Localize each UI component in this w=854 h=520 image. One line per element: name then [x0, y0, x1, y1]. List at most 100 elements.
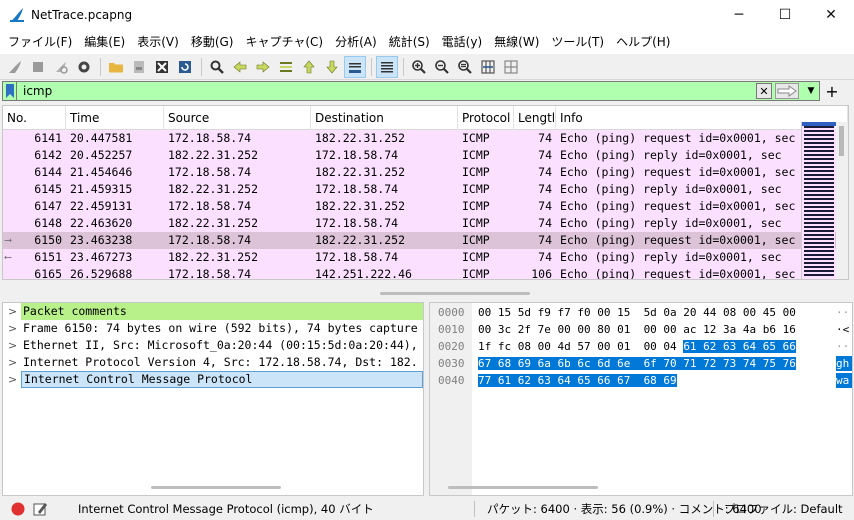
- hex-bytes-highlighted: 61 62 63 64 65 66: [683, 340, 796, 353]
- layout-button[interactable]: [500, 56, 522, 78]
- hex-line[interactable]: 77 61 62 63 64 65 66 67 68 69: [478, 373, 677, 388]
- menu-statistics[interactable]: 統計(S): [383, 31, 436, 53]
- packet-row-selected[interactable]: ⟶ 6150 23.463238 172.18.58.74 182.22.31.2…: [3, 232, 848, 249]
- close-file-button[interactable]: [151, 56, 173, 78]
- go-to-packet-button[interactable]: [275, 56, 297, 78]
- packet-list-hscrollbar[interactable]: [380, 292, 530, 295]
- reply-arrow-icon: ⟵: [5, 252, 12, 263]
- packet-length: 74: [538, 165, 552, 179]
- tree-item-ethernet[interactable]: > Ethernet II, Src: Microsoft_0a:20:44 (…: [3, 337, 423, 354]
- display-filter-input[interactable]: [23, 82, 756, 100]
- bookmark-icon: [5, 84, 14, 98]
- bytes-hscrollbar[interactable]: [448, 486, 598, 489]
- status-message: Internet Control Message Protocol (icmp)…: [78, 502, 374, 516]
- scrollbar-thumb[interactable]: [839, 126, 844, 156]
- chevron-right-icon[interactable]: >: [8, 303, 17, 320]
- zoom-normal-button[interactable]: [454, 56, 476, 78]
- menu-edit[interactable]: 編集(E): [78, 31, 131, 53]
- packet-destination: 172.18.58.74: [315, 216, 399, 230]
- stop-capture-button[interactable]: [27, 56, 49, 78]
- column-header-protocol[interactable]: Protocol: [458, 106, 514, 130]
- profile-selector[interactable]: プロファイル: Default: [724, 501, 843, 517]
- column-header-length[interactable]: Lengtl: [514, 106, 556, 130]
- chevron-right-icon[interactable]: >: [8, 320, 17, 337]
- packet-counts: パケット: 6400 · 表示: 56 (0.9%) · コメント: 6400: [487, 502, 762, 516]
- tree-item-frame[interactable]: > Frame 6150: 74 bytes on wire (592 bits…: [3, 320, 423, 337]
- capture-options-button[interactable]: [73, 56, 95, 78]
- capture-comment-button[interactable]: [32, 501, 48, 517]
- expert-info-button[interactable]: [10, 501, 26, 517]
- chevron-right-icon[interactable]: >: [8, 354, 17, 371]
- pane-splitter[interactable]: [0, 280, 854, 300]
- hex-line[interactable]: 1f fc 08 00 4d 57 00 01 00 04 61 62 63 6…: [478, 339, 796, 354]
- go-first-packet-button[interactable]: [298, 56, 320, 78]
- start-capture-button[interactable]: [4, 56, 26, 78]
- packet-length: 74: [538, 131, 552, 145]
- minimize-button[interactable]: ─: [716, 0, 762, 30]
- save-file-button[interactable]: [128, 56, 150, 78]
- packet-row[interactable]: 6141 20.447581 172.18.58.74 182.22.31.25…: [3, 130, 848, 147]
- packet-row[interactable]: 6145 21.459315 182.22.31.252 172.18.58.7…: [3, 181, 848, 198]
- add-filter-button[interactable]: +: [820, 81, 844, 101]
- menu-file[interactable]: ファイル(F): [2, 31, 78, 53]
- zoom-out-button[interactable]: [431, 56, 453, 78]
- packet-minimap[interactable]: [801, 122, 836, 279]
- filter-apply-button[interactable]: [775, 83, 799, 99]
- packet-list-scrollbar[interactable]: [836, 122, 848, 279]
- go-forward-button[interactable]: [252, 56, 274, 78]
- open-file-button[interactable]: [105, 56, 127, 78]
- column-header-destination[interactable]: Destination: [311, 106, 458, 130]
- ascii-line[interactable]: ··: [836, 339, 852, 354]
- colorize-button[interactable]: [376, 55, 398, 78]
- filter-clear-button[interactable]: ✕: [756, 83, 772, 99]
- menu-capture[interactable]: キャプチャ(C): [239, 31, 329, 53]
- menu-go[interactable]: 移動(G): [185, 31, 240, 53]
- column-header-time[interactable]: Time: [66, 106, 164, 130]
- menu-tools[interactable]: ツール(T): [545, 31, 610, 53]
- tree-item-packet-comments[interactable]: > Packet comments: [3, 303, 423, 320]
- chevron-right-icon[interactable]: >: [8, 337, 17, 354]
- packet-row[interactable]: ⟵ 6151 23.467273 182.22.31.252 172.18.58.…: [3, 249, 848, 266]
- menu-help[interactable]: ヘルプ(H): [610, 31, 676, 53]
- go-last-packet-button[interactable]: [321, 56, 343, 78]
- main-toolbar: [0, 54, 854, 80]
- filter-history-dropdown[interactable]: ▼: [803, 82, 819, 100]
- details-hscrollbar[interactable]: [151, 486, 281, 489]
- packet-destination: 182.22.31.252: [315, 165, 406, 179]
- menu-analyze[interactable]: 分析(A): [329, 31, 383, 53]
- packet-row[interactable]: 6147 22.459131 172.18.58.74 182.22.31.25…: [3, 198, 848, 215]
- hex-line[interactable]: 67 68 69 6a 6b 6c 6d 6e 6f 70 71 72 73 7…: [478, 356, 796, 371]
- maximize-button[interactable]: ☐: [762, 0, 808, 30]
- packet-row[interactable]: 6148 22.463620 182.22.31.252 172.18.58.7…: [3, 215, 848, 232]
- ascii-line[interactable]: ·<: [836, 322, 852, 337]
- resize-columns-button[interactable]: [477, 56, 499, 78]
- column-header-no[interactable]: No.: [3, 106, 66, 130]
- ascii-line-highlighted[interactable]: wa: [836, 373, 852, 388]
- zoom-in-button[interactable]: [408, 56, 430, 78]
- ascii-line-highlighted[interactable]: gh: [836, 356, 852, 371]
- restart-capture-button[interactable]: [50, 56, 72, 78]
- tree-item-ipv4[interactable]: > Internet Protocol Version 4, Src: 172.…: [3, 354, 423, 371]
- tree-item-icmp[interactable]: > Internet Control Message Protocol: [3, 371, 423, 388]
- packet-row[interactable]: 6165 26.529688 172.18.58.74 142.251.222.…: [3, 266, 848, 280]
- colorize-list-icon: [381, 61, 393, 72]
- find-packet-button[interactable]: [206, 56, 228, 78]
- hex-line[interactable]: 00 3c 2f 7e 00 00 80 01 00 00 ac 12 3a 4…: [478, 322, 796, 337]
- reload-file-button[interactable]: [174, 56, 196, 78]
- ascii-line[interactable]: ··: [836, 305, 852, 320]
- close-button[interactable]: ✕: [808, 0, 854, 30]
- packet-row[interactable]: 6142 20.452257 182.22.31.252 172.18.58.7…: [3, 147, 848, 164]
- go-back-button[interactable]: [229, 56, 251, 78]
- auto-scroll-button[interactable]: [344, 55, 366, 78]
- arrow-down-icon: [326, 60, 338, 73]
- filter-bookmark-button[interactable]: [3, 82, 17, 100]
- reload-icon: [179, 60, 191, 73]
- hex-line[interactable]: 00 15 5d f9 f7 f0 00 15 5d 0a 20 44 08 0…: [478, 305, 796, 320]
- chevron-right-icon[interactable]: >: [8, 371, 17, 388]
- menu-telephony[interactable]: 電話(y): [436, 31, 488, 53]
- menu-view[interactable]: 表示(V): [131, 31, 185, 53]
- menu-wireless[interactable]: 無線(W): [488, 31, 545, 53]
- column-header-source[interactable]: Source: [164, 106, 311, 130]
- packet-length: 106: [531, 267, 552, 280]
- packet-row[interactable]: 6144 21.454646 172.18.58.74 182.22.31.25…: [3, 164, 848, 181]
